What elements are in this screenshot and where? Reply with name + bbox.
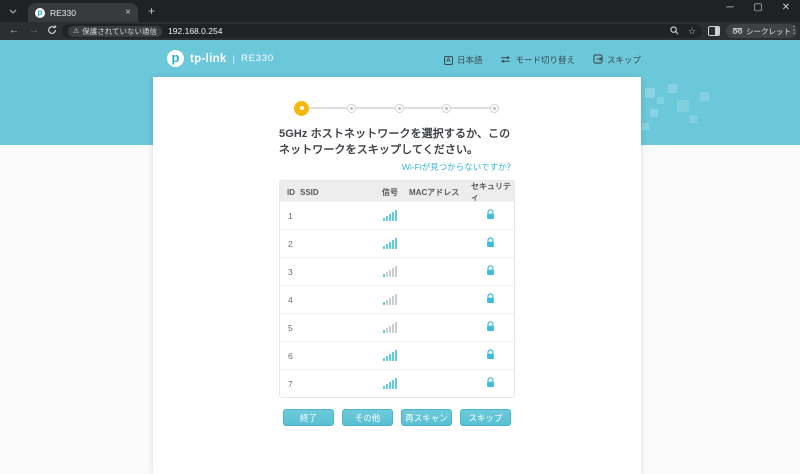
brand-separator: | bbox=[232, 53, 235, 64]
network-row[interactable]: 5 bbox=[280, 313, 514, 342]
new-tab-icon[interactable]: + bbox=[148, 4, 155, 18]
language-label: 日本語 bbox=[456, 55, 483, 65]
column-security: セキュリティ bbox=[471, 182, 511, 203]
network-row[interactable]: 7 bbox=[280, 369, 514, 398]
lock-icon bbox=[471, 347, 514, 365]
other-button[interactable]: その他 bbox=[342, 409, 393, 427]
language-icon: A bbox=[443, 55, 453, 65]
step-dot bbox=[394, 103, 404, 113]
forward-icon[interactable]: → bbox=[29, 25, 39, 36]
address-bar[interactable]: ⚠ 保護されていない通信 192.168.0.254 ☆ bbox=[62, 24, 702, 38]
chevron-down-icon[interactable] bbox=[6, 5, 20, 17]
network-row[interactable]: 2 bbox=[280, 229, 514, 258]
brand-name: tp-link bbox=[190, 52, 227, 65]
incognito-icon bbox=[732, 27, 743, 36]
reload-icon[interactable] bbox=[47, 25, 57, 38]
screen: p RE330 × + ─ ▢ ✕ ← → ⚠ 保護されていない通信 192.1… bbox=[0, 0, 800, 474]
column-signal: 信号 bbox=[382, 187, 398, 197]
brand-model: RE330 bbox=[240, 53, 275, 64]
lock-icon bbox=[471, 375, 514, 393]
browser-tabstrip: p RE330 × + ─ ▢ ✕ bbox=[0, 0, 800, 22]
network-id: 4 bbox=[288, 294, 293, 305]
skip-icon bbox=[593, 54, 603, 66]
menu-icon[interactable]: ⋮ bbox=[789, 25, 799, 36]
skip-label-top: スキップ bbox=[606, 55, 641, 65]
lock-icon bbox=[471, 235, 514, 253]
step-dot bbox=[442, 103, 452, 113]
incognito-badge: シークレット bbox=[726, 24, 797, 38]
rescan-button[interactable]: 再スキャン bbox=[401, 409, 452, 427]
network-row[interactable]: 4 bbox=[280, 285, 514, 314]
bookmark-star-icon[interactable]: ☆ bbox=[688, 26, 696, 37]
tplink-logo-icon: p bbox=[167, 50, 184, 67]
network-id: 6 bbox=[288, 350, 293, 361]
skip-button[interactable]: スキップ bbox=[460, 409, 511, 427]
language-selector[interactable]: A 日本語 bbox=[443, 54, 483, 66]
network-id: 7 bbox=[288, 378, 293, 389]
action-buttons: 終了 その他 再スキャン スキップ bbox=[279, 409, 515, 427]
signal-icon bbox=[383, 210, 409, 222]
step-dot bbox=[346, 103, 356, 113]
incognito-label: シークレット bbox=[746, 26, 791, 36]
page: p tp-link | RE330 A 日本語 モード切り替え スキップ 5GH… bbox=[0, 40, 800, 474]
column-id: ID bbox=[287, 187, 295, 197]
tab-title: RE330 bbox=[50, 7, 76, 18]
close-window-icon[interactable]: ✕ bbox=[780, 2, 792, 13]
browser-tab[interactable]: p RE330 × bbox=[28, 3, 138, 22]
column-mac: MACアドレス bbox=[409, 187, 460, 197]
page-title: 5GHz ホストネットワークを選択するか、このネットワークをスキップしてください… bbox=[279, 128, 511, 156]
signal-icon bbox=[383, 266, 409, 278]
security-chip-label: 保護されていない通信 bbox=[82, 26, 158, 36]
back-icon[interactable]: ← bbox=[9, 25, 19, 36]
signal-icon bbox=[383, 322, 409, 334]
signal-icon bbox=[383, 350, 409, 362]
mode-switch-icon bbox=[500, 55, 511, 66]
lock-icon bbox=[471, 207, 514, 225]
network-id: 3 bbox=[288, 266, 293, 277]
network-row[interactable]: 1 bbox=[280, 201, 514, 230]
close-icon[interactable]: × bbox=[125, 7, 131, 18]
lock-icon bbox=[471, 319, 514, 337]
table-header: ID SSID 信号 MACアドレス セキュリティ bbox=[280, 181, 514, 203]
skip-link-top[interactable]: スキップ bbox=[593, 54, 641, 66]
wizard-stepper bbox=[295, 101, 499, 115]
network-row[interactable]: 3 bbox=[280, 257, 514, 286]
mode-switch-label: モード切り替え bbox=[515, 55, 575, 65]
signal-icon bbox=[383, 378, 409, 390]
wizard-card: 5GHz ホストネットワークを選択するか、このネットワークをスキップしてください… bbox=[153, 77, 641, 474]
exit-button[interactable]: 終了 bbox=[283, 409, 334, 427]
lock-icon bbox=[471, 291, 514, 309]
network-id: 1 bbox=[288, 210, 293, 221]
network-table: ID SSID 信号 MACアドレス セキュリティ 1 2 3 4 5 6 7 bbox=[279, 180, 515, 399]
network-id: 2 bbox=[288, 238, 293, 249]
network-id: 5 bbox=[288, 322, 293, 333]
signal-icon bbox=[383, 294, 409, 306]
minimize-icon[interactable]: ─ bbox=[724, 2, 736, 13]
signal-icon bbox=[383, 238, 409, 250]
network-row[interactable]: 6 bbox=[280, 341, 514, 370]
network-rows: 1 2 3 4 5 6 7 bbox=[280, 201, 514, 398]
wifi-help-link[interactable]: Wi-Fiが見つからないですか？ bbox=[279, 161, 515, 173]
warning-icon: ⚠ bbox=[73, 28, 80, 35]
browser-toolbar: ← → ⚠ 保護されていない通信 192.168.0.254 ☆ シークレット bbox=[0, 22, 800, 40]
brand-header: p tp-link | RE330 bbox=[167, 50, 274, 67]
step-dot bbox=[295, 101, 308, 115]
tplink-favicon-icon: p bbox=[35, 7, 45, 18]
lock-icon bbox=[471, 263, 514, 281]
url-text: 192.168.0.254 bbox=[168, 26, 223, 36]
zoom-icon[interactable] bbox=[670, 22, 679, 40]
security-chip[interactable]: ⚠ 保護されていない通信 bbox=[68, 25, 163, 37]
step-dot bbox=[490, 103, 499, 113]
column-ssid: SSID bbox=[300, 187, 319, 197]
mode-switch-link[interactable]: モード切り替え bbox=[500, 54, 575, 66]
maximize-icon[interactable]: ▢ bbox=[752, 2, 764, 13]
header-nav: A 日本語 モード切り替え スキップ bbox=[443, 54, 641, 66]
side-panel-icon[interactable] bbox=[708, 26, 720, 36]
